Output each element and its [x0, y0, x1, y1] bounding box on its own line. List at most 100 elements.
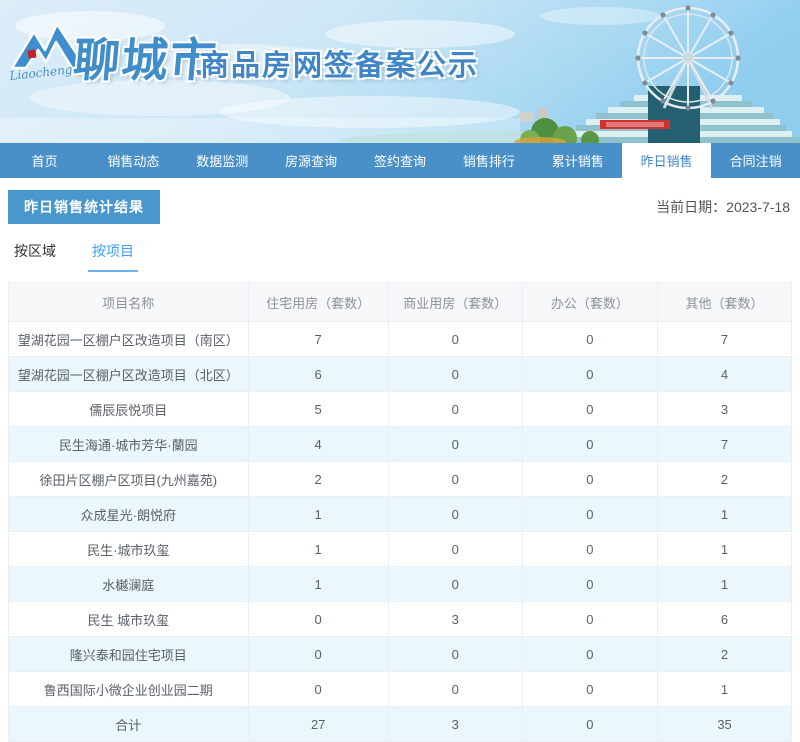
project-name-cell: 鲁西国际小微企业创业园二期 — [8, 671, 249, 707]
value-cell-3: 2 — [657, 461, 792, 497]
table-row: 望湖花园一区棚户区改造项目（北区） 6 0 0 4 — [8, 356, 792, 392]
project-name-cell: 民生海通·城市芳华·蘭园 — [8, 426, 249, 462]
table-row: 隆兴泰和园住宅项目 0 0 0 2 — [8, 636, 792, 672]
project-name-cell: 众成星光·朗悦府 — [8, 496, 249, 532]
current-date-value: 2023-7-18 — [726, 199, 790, 215]
value-cell-3: 1 — [657, 531, 792, 567]
nav-item-4[interactable]: 签约查询 — [356, 143, 445, 178]
current-date: 当前日期：2023-7-18 — [656, 197, 792, 217]
project-name-cell: 合计 — [8, 706, 249, 742]
sales-table: 项目名称 住宅用房（套数） 商业用房（套数） 办公（套数） 其他（套数） 望湖花园一区棚… — [8, 282, 792, 742]
value-cell-2: 0 — [521, 496, 659, 532]
table-row: 水樾澜庭 1 0 0 1 — [8, 566, 792, 602]
nav-item-5[interactable]: 销售排行 — [444, 143, 533, 178]
value-cell-3: 7 — [657, 321, 792, 357]
value-cell-2: 0 — [521, 426, 659, 462]
tab-1[interactable]: 按项目 — [88, 241, 138, 272]
value-cell-3: 1 — [657, 496, 792, 532]
value-cell-0: 1 — [247, 566, 389, 602]
tab-0[interactable]: 按区域 — [10, 241, 60, 272]
value-cell-0: 0 — [247, 636, 389, 672]
value-cell-0: 27 — [247, 706, 389, 742]
table-total-row: 合计 27 3 0 35 — [8, 706, 792, 742]
column-header-4: 其他（套数） — [657, 282, 792, 322]
current-date-label: 当前日期： — [656, 199, 727, 215]
value-cell-0: 1 — [247, 496, 389, 532]
value-cell-3: 2 — [657, 636, 792, 672]
table-row: 儒辰辰悦项目 5 0 0 3 — [8, 391, 792, 427]
value-cell-1: 0 — [387, 321, 523, 357]
value-cell-2: 0 — [521, 391, 659, 427]
value-cell-0: 7 — [247, 321, 389, 357]
value-cell-1: 0 — [387, 671, 523, 707]
nav-item-0[interactable]: 首页 — [0, 143, 89, 178]
value-cell-2: 0 — [521, 636, 659, 672]
value-cell-0: 0 — [247, 601, 389, 637]
nav-item-7[interactable]: 昨日销售 — [622, 143, 712, 178]
project-name-cell: 望湖花园一区棚户区改造项目（南区） — [8, 321, 249, 357]
nav-item-2[interactable]: 数据监测 — [178, 143, 267, 178]
project-name-cell: 望湖花园一区棚户区改造项目（北区） — [8, 356, 249, 392]
table-header-row: 项目名称 住宅用房（套数） 商业用房（套数） 办公（套数） 其他（套数） — [8, 282, 792, 322]
table-row: 望湖花园一区棚户区改造项目（南区） 7 0 0 7 — [8, 321, 792, 357]
value-cell-0: 1 — [247, 531, 389, 567]
value-cell-2: 0 — [521, 601, 659, 637]
table-row: 民生·城市玖玺 1 0 0 1 — [8, 531, 792, 567]
value-cell-3: 35 — [657, 706, 792, 742]
project-name-cell: 徐田片区棚户区项目(九州嘉苑) — [8, 461, 249, 497]
value-cell-3: 7 — [657, 426, 792, 462]
value-cell-2: 0 — [521, 531, 659, 567]
value-cell-2: 0 — [521, 461, 659, 497]
column-header-3: 办公（套数） — [521, 282, 659, 322]
nav-item-8[interactable]: 合同注销 — [711, 143, 800, 178]
value-cell-1: 3 — [387, 706, 523, 742]
value-cell-3: 1 — [657, 671, 792, 707]
value-cell-0: 6 — [247, 356, 389, 392]
value-cell-2: 0 — [521, 356, 659, 392]
project-name-cell: 民生 城市玖玺 — [8, 601, 249, 637]
project-name-cell: 隆兴泰和园住宅项目 — [8, 636, 249, 672]
value-cell-1: 0 — [387, 531, 523, 567]
value-cell-3: 1 — [657, 566, 792, 602]
column-header-2: 商业用房（套数） — [387, 282, 523, 322]
table-row: 众成星光·朗悦府 1 0 0 1 — [8, 496, 792, 532]
value-cell-3: 4 — [657, 356, 792, 392]
main-content: 昨日销售统计结果 当前日期：2023-7-18 按区域 按项目 项目名称 住宅用房（… — [0, 178, 800, 742]
table-row: 民生海通·城市芳华·蘭园 4 0 0 7 — [8, 426, 792, 462]
value-cell-2: 0 — [521, 671, 659, 707]
project-name-cell: 水樾澜庭 — [8, 566, 249, 602]
value-cell-1: 0 — [387, 496, 523, 532]
value-cell-1: 0 — [387, 461, 523, 497]
column-header-0: 项目名称 — [8, 282, 249, 322]
value-cell-2: 0 — [521, 566, 659, 602]
city-name: 聊城市 — [71, 34, 221, 86]
table-row: 民生 城市玖玺 0 3 0 6 — [8, 601, 792, 637]
value-cell-1: 0 — [387, 426, 523, 462]
nav-item-6[interactable]: 累计销售 — [533, 143, 622, 178]
value-cell-3: 3 — [657, 391, 792, 427]
value-cell-0: 0 — [247, 671, 389, 707]
value-cell-1: 0 — [387, 566, 523, 602]
value-cell-2: 0 — [521, 321, 659, 357]
value-cell-1: 0 — [387, 356, 523, 392]
header-banner: Liaocheng 聊城市 商品房网签备案公示 — [0, 0, 800, 143]
project-name-cell: 儒辰辰悦项目 — [8, 391, 249, 427]
value-cell-0: 2 — [247, 461, 389, 497]
table-row: 徐田片区棚户区项目(九州嘉苑) 2 0 0 2 — [8, 461, 792, 497]
table-row: 鲁西国际小微企业创业园二期 0 0 0 1 — [8, 671, 792, 707]
project-name-cell: 民生·城市玖玺 — [8, 531, 249, 567]
value-cell-1: 0 — [387, 391, 523, 427]
column-header-1: 住宅用房（套数） — [247, 282, 389, 322]
section-title-badge: 昨日销售统计结果 — [8, 190, 160, 224]
view-tabs: 按区域 按项目 — [8, 241, 792, 272]
value-cell-0: 5 — [247, 391, 389, 427]
value-cell-3: 6 — [657, 601, 792, 637]
nav-item-3[interactable]: 房源查询 — [267, 143, 356, 178]
value-cell-1: 0 — [387, 636, 523, 672]
nav-bar: 首页 销售动态 数据监测 房源查询 签约查询 销售排行 累计销售 昨日销售 合同注销 — [0, 143, 800, 178]
value-cell-0: 4 — [247, 426, 389, 462]
value-cell-1: 3 — [387, 601, 523, 637]
page-title: 商品房网签备案公示 — [200, 50, 480, 82]
nav-item-1[interactable]: 销售动态 — [89, 143, 178, 178]
table-body: 望湖花园一区棚户区改造项目（南区） 7 0 0 7 望湖花园一区棚户区改造项目（北区） 6 0… — [8, 321, 792, 742]
